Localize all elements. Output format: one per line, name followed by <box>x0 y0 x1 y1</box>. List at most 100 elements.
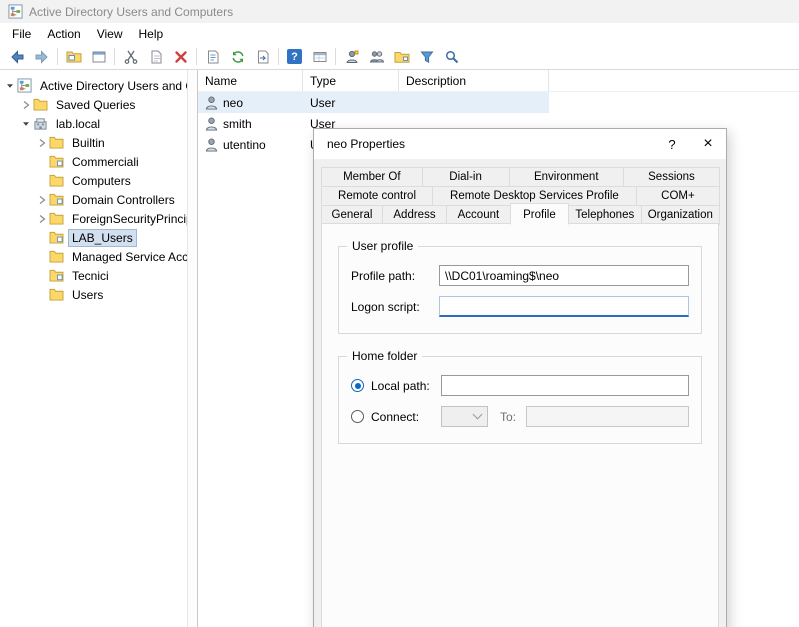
tab-member-of[interactable]: Member Of <box>321 167 423 187</box>
tree-item-managed-service-accounts[interactable]: Managed Service Accounts <box>0 247 197 266</box>
tab-dial-in[interactable]: Dial-in <box>422 167 510 187</box>
tree-scrollbar[interactable] <box>187 70 197 627</box>
dialog-close-button[interactable]: × <box>690 129 726 159</box>
app-icon <box>8 4 23 19</box>
tab-organization[interactable]: Organization <box>641 205 720 225</box>
tree-item-domain-controllers[interactable]: Domain Controllers <box>0 190 197 209</box>
help-glyph: ? <box>287 49 302 64</box>
tree-item-root[interactable]: Active Directory Users and Computers <box>0 76 197 95</box>
description-bar-icon[interactable] <box>307 45 332 68</box>
tree-item-saved-queries[interactable]: Saved Queries <box>0 95 197 114</box>
logon-script-input[interactable] <box>439 296 689 317</box>
collapse-chevron-icon[interactable] <box>19 119 33 129</box>
connect-label: Connect: <box>371 410 441 424</box>
collapse-chevron-icon[interactable] <box>3 81 17 91</box>
profile-tab-panel: User profile Profile path: Logon script:… <box>321 223 719 627</box>
show-console-tree-icon[interactable] <box>61 45 86 68</box>
ou-folder-icon <box>49 155 67 168</box>
profile-path-label: Profile path: <box>351 269 439 283</box>
local-path-radio[interactable] <box>351 379 364 392</box>
column-header-name[interactable]: Name <box>198 70 303 91</box>
local-path-input[interactable] <box>441 375 689 396</box>
neo-properties-dialog: neo Properties ? × Member Of Dial-in Env… <box>313 128 727 627</box>
window-title: Active Directory Users and Computers <box>29 5 233 19</box>
container-folder-icon <box>49 174 67 187</box>
name-cell: utentino <box>198 138 303 152</box>
expand-chevron-icon[interactable] <box>35 214 49 224</box>
properties-window-icon[interactable] <box>86 45 111 68</box>
list-row-neo[interactable]: neo User <box>198 92 549 113</box>
new-user-icon[interactable] <box>339 45 364 68</box>
tree-item-label: Builtin <box>68 134 109 152</box>
tree-item-builtin[interactable]: Builtin <box>0 133 197 152</box>
cut-icon[interactable] <box>118 45 143 68</box>
tab-general[interactable]: General <box>321 205 383 225</box>
back-icon[interactable] <box>4 45 29 68</box>
find-icon[interactable] <box>439 45 464 68</box>
help-icon[interactable]: ? <box>282 45 307 68</box>
tab-telephones[interactable]: Telephones <box>568 205 642 225</box>
dialog-help-button[interactable]: ? <box>654 129 690 159</box>
domain-icon <box>33 117 51 131</box>
connect-radio[interactable] <box>351 410 364 423</box>
tree-item-label: ForeignSecurityPrincipals <box>68 210 197 228</box>
export-list-icon[interactable] <box>250 45 275 68</box>
window-titlebar: Active Directory Users and Computers <box>0 0 799 23</box>
expand-chevron-icon[interactable] <box>35 195 49 205</box>
menu-action[interactable]: Action <box>39 24 88 44</box>
tree-item-tecnici[interactable]: Tecnici <box>0 266 197 285</box>
user-icon <box>205 138 218 152</box>
properties-icon[interactable] <box>200 45 225 68</box>
expand-chevron-icon[interactable] <box>35 138 49 148</box>
tab-remote-control[interactable]: Remote control <box>321 186 433 206</box>
tree-item-lab-users[interactable]: LAB_Users <box>0 228 197 247</box>
type-cell: User <box>303 96 399 110</box>
column-header-description[interactable]: Description <box>399 70 549 91</box>
tree-item-lab-local[interactable]: lab.local <box>0 114 197 133</box>
column-header-label: Description <box>406 74 466 88</box>
column-header-type[interactable]: Type <box>303 70 399 91</box>
tab-row-3: General Address Account Profile Telephon… <box>321 205 719 224</box>
tree-item-foreign-security-principals[interactable]: ForeignSecurityPrincipals <box>0 209 197 228</box>
container-folder-icon <box>49 136 67 149</box>
tab-account[interactable]: Account <box>446 205 511 225</box>
column-header-label: Name <box>205 74 237 88</box>
forward-icon[interactable] <box>29 45 54 68</box>
toolbar-separator <box>278 48 279 65</box>
tab-address[interactable]: Address <box>382 205 447 225</box>
tree-item-computers[interactable]: Computers <box>0 171 197 190</box>
tree-item-commerciali[interactable]: Commerciali <box>0 152 197 171</box>
console-tree-pane: Active Directory Users and Computers Sav… <box>0 70 198 627</box>
directory-root-icon <box>17 78 35 93</box>
menu-view[interactable]: View <box>89 24 131 44</box>
tree-item-label: Active Directory Users and Computers <box>36 77 197 95</box>
tab-sessions[interactable]: Sessions <box>623 167 720 187</box>
tab-row-1: Member Of Dial-in Environment Sessions <box>321 167 719 186</box>
tab-profile[interactable]: Profile <box>510 203 569 225</box>
aduc-window: { "window": { "title": "Active Directory… <box>0 0 799 627</box>
tab-com-plus[interactable]: COM+ <box>636 186 720 206</box>
chevron-down-icon <box>473 410 483 420</box>
profile-path-input[interactable] <box>439 265 689 286</box>
new-group-icon[interactable] <box>364 45 389 68</box>
refresh-icon[interactable] <box>225 45 250 68</box>
menu-help[interactable]: Help <box>131 24 172 44</box>
menu-file[interactable]: File <box>4 24 39 44</box>
connect-row: Connect: To: <box>351 406 689 427</box>
ou-folder-icon <box>49 193 67 206</box>
cell-text: smith <box>223 117 252 131</box>
toolbar-separator <box>196 48 197 65</box>
container-folder-icon <box>49 212 67 225</box>
tree-item-users[interactable]: Users <box>0 285 197 304</box>
new-ou-icon[interactable] <box>389 45 414 68</box>
tree-item-label: Computers <box>68 172 135 190</box>
expand-chevron-icon[interactable] <box>19 100 33 110</box>
tab-environment[interactable]: Environment <box>509 167 624 187</box>
tree-item-label: Users <box>68 286 107 304</box>
filter-icon[interactable] <box>414 45 439 68</box>
container-folder-icon <box>49 250 67 263</box>
delete-icon[interactable] <box>168 45 193 68</box>
name-cell: neo <box>198 96 303 110</box>
copy-icon[interactable] <box>143 45 168 68</box>
toolbar: ? <box>0 44 799 70</box>
